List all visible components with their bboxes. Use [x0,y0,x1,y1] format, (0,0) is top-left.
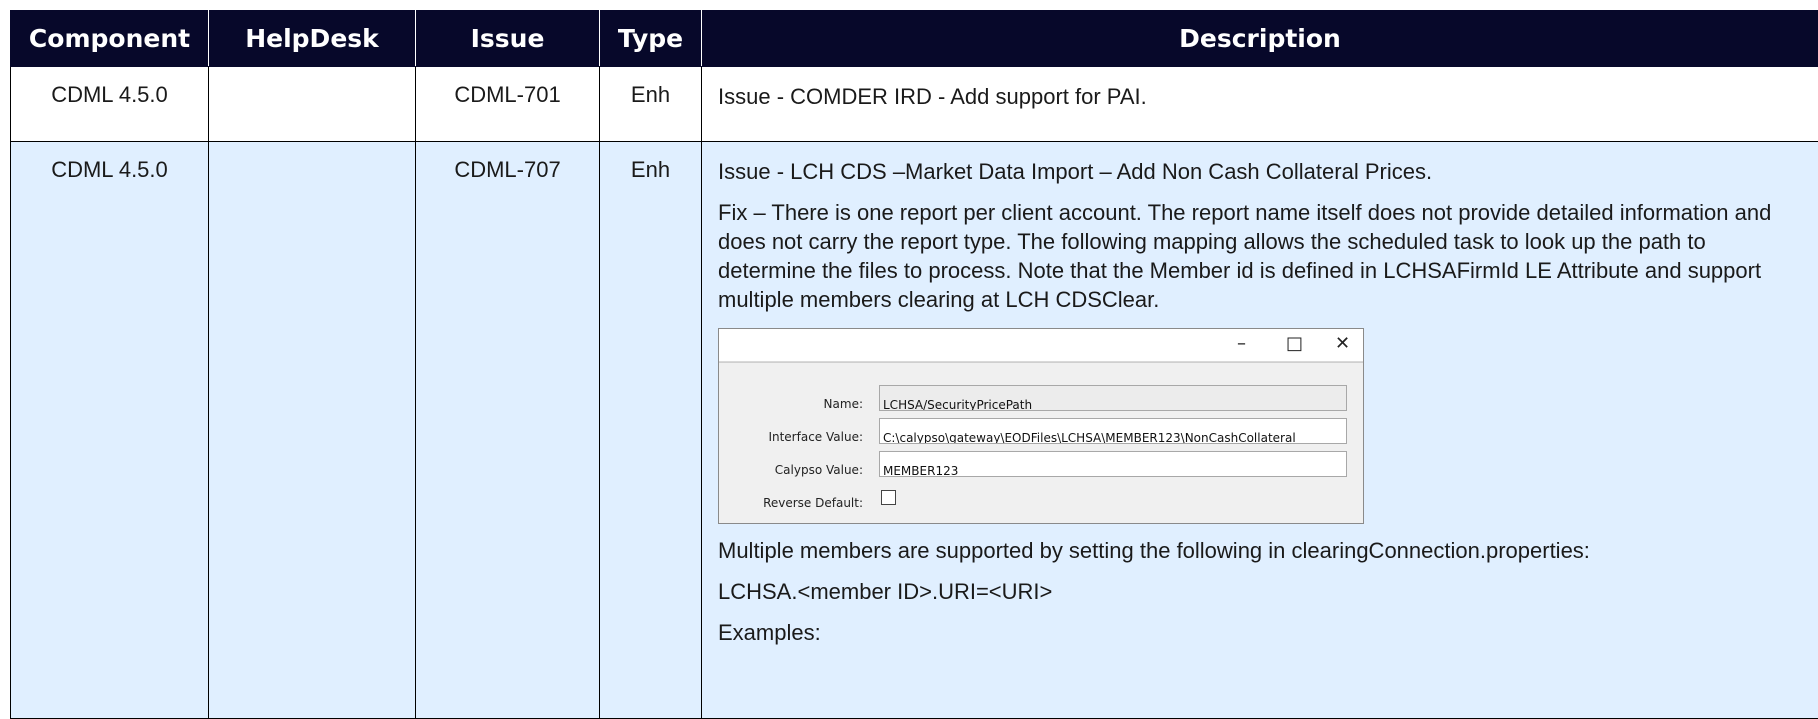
description-issue-text: Issue - COMDER IRD - Add support for PAI… [718,84,1147,109]
column-header-component: Component [10,10,209,67]
description-issue-text: Issue - LCH CDS –Market Data Import – Ad… [718,159,1433,184]
column-header-helpdesk: HelpDesk [208,10,416,67]
release-notes-table: Component HelpDesk Issue Type Descriptio… [10,10,1818,719]
dialog-field-reverse-default: Reverse Default: [719,484,1363,510]
table-row: CDML 4.5.0 CDML-701 Enh Issue - COMDER I… [10,66,1818,142]
field-label: Name: [823,397,863,411]
reverse-default-checkbox[interactable] [881,490,896,505]
close-icon[interactable]: ✕ [1335,333,1350,355]
minimize-icon[interactable]: – [1237,333,1246,355]
dialog-title-bar: – □ ✕ [719,329,1363,362]
dialog-field-calypso-value: Calypso Value: MEMBER123 [719,451,1363,477]
table-row: CDML 4.5.0 CDML-707 Enh Issue - LCH CDS … [10,141,1818,719]
description-cell: Issue - COMDER IRD - Add support for PAI… [701,66,1818,142]
column-header-type: Type [599,10,702,67]
dialog-body: Name: LCHSA/SecurityPricePath Interface … [719,362,1363,523]
interface-value-field[interactable]: C:\calypso\gateway\EODFiles\LCHSA\MEMBER… [879,418,1347,444]
description-fix-text: Fix – There is one report per client acc… [718,200,1772,312]
calypso-value-field[interactable]: MEMBER123 [879,451,1347,477]
column-header-issue: Issue [415,10,600,67]
embedded-dialog-screenshot: – □ ✕ Name: LCHSA/SecurityPricePath Inte… [718,328,1364,524]
dialog-field-name: Name: LCHSA/SecurityPricePath [719,385,1363,411]
field-label: Interface Value: [768,430,863,444]
name-field[interactable]: LCHSA/SecurityPricePath [879,385,1347,411]
helpdesk-cell [208,66,416,142]
type-cell: Enh [599,66,702,142]
helpdesk-cell [208,141,416,719]
component-cell: CDML 4.5.0 [10,141,209,719]
issue-cell: CDML-707 [415,141,600,719]
description-multi-member-text: Multiple members are supported by settin… [718,538,1590,563]
maximize-icon[interactable]: □ [1286,333,1303,355]
description-examples-label: Examples: [718,620,821,645]
table-header-row: Component HelpDesk Issue Type Descriptio… [10,10,1818,67]
column-header-description: Description [701,10,1818,67]
description-cell: Issue - LCH CDS –Market Data Import – Ad… [701,141,1818,719]
field-label: Reverse Default: [763,496,863,510]
component-cell: CDML 4.5.0 [10,66,209,142]
dialog-field-interface-value: Interface Value: C:\calypso\gateway\EODF… [719,418,1363,444]
issue-cell: CDML-701 [415,66,600,142]
type-cell: Enh [599,141,702,719]
description-uri-format-text: LCHSA.<member ID>.URI=<URI> [718,579,1053,604]
field-label: Calypso Value: [774,463,863,477]
